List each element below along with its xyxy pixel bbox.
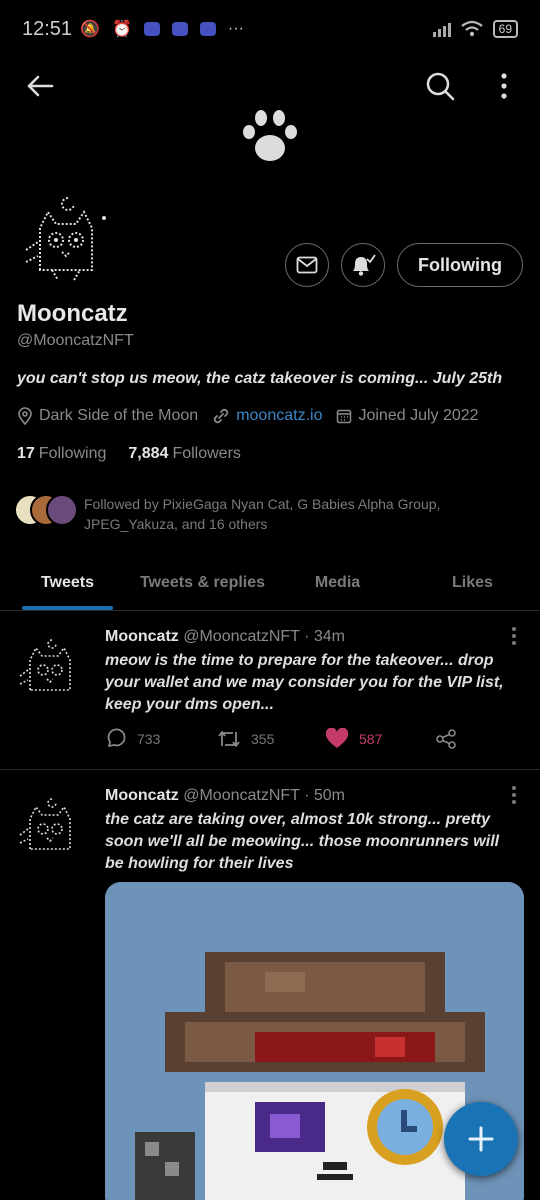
tab-tweets-replies[interactable]: Tweets & replies — [135, 555, 270, 610]
reply-count: 733 — [137, 731, 161, 747]
mute-icon: 🔕 — [80, 21, 100, 38]
joined-date: Joined July 2022 — [336, 407, 479, 425]
back-arrow-icon — [27, 75, 54, 97]
status-time: 12:51 — [22, 17, 73, 40]
tweet-avatar[interactable] — [16, 634, 82, 700]
compose-tweet-button[interactable] — [444, 1102, 518, 1176]
followed-by-avatars — [14, 494, 78, 528]
top-bar — [0, 60, 540, 110]
profile-avatar[interactable] — [18, 190, 114, 286]
heart-icon — [325, 728, 349, 748]
back-button[interactable] — [22, 68, 58, 104]
discord-icon — [171, 22, 188, 36]
followed-by[interactable]: Followed by PixieGaga Nyan Cat, G Babies… — [14, 494, 484, 534]
battery-indicator: 69 — [492, 20, 518, 38]
profile-name: Mooncatz — [17, 300, 128, 327]
search-button[interactable] — [422, 68, 458, 104]
tweet-time: · 34m — [304, 628, 346, 645]
tab-media[interactable]: Media — [270, 555, 405, 610]
retweet-button[interactable]: 355 — [217, 728, 325, 750]
tweet-header: Mooncatz @MooncatzNFT · 34m — [105, 628, 345, 646]
like-count: 587 — [359, 731, 383, 747]
link-icon — [214, 408, 229, 424]
tweet-handle: @MooncatzNFT — [183, 628, 300, 645]
message-button[interactable] — [285, 243, 330, 287]
following-label: Following — [38, 445, 107, 462]
followers-count-link[interactable]: 7,884 Followers — [128, 445, 241, 463]
mail-icon — [296, 256, 318, 274]
share-icon — [436, 729, 456, 749]
tweet[interactable]: Mooncatz @MooncatzNFT · 34m meow is the … — [0, 612, 540, 770]
joined-text: Joined July 2022 — [358, 407, 479, 424]
tweet-time: · 50m — [304, 787, 346, 804]
profile-meta: Dark Side of the Moon mooncatz.io Joined… — [17, 407, 479, 425]
tab-tweets[interactable]: Tweets — [0, 555, 135, 610]
tweet-more-button[interactable] — [512, 624, 518, 648]
profile-handle: @MooncatzNFT — [17, 332, 134, 349]
follow-counts: 17 Following 7,884 Followers — [17, 445, 241, 463]
bell-icon — [353, 254, 376, 276]
search-icon — [426, 72, 455, 101]
wifi-icon — [460, 20, 483, 37]
followers-count: 7,884 — [128, 445, 169, 462]
notifications-button[interactable] — [341, 243, 386, 287]
alarm-icon: ⏰ — [111, 21, 132, 38]
tweet-actions: 733 355 587 — [105, 728, 465, 750]
more-vert-icon — [501, 73, 507, 99]
paw-icon — [243, 110, 297, 161]
tweet-author[interactable]: Mooncatz — [105, 787, 179, 804]
tweet-text: the catz are taking over, almost 10k str… — [105, 811, 500, 872]
following-count-link[interactable]: 17 Following — [17, 445, 106, 463]
like-button[interactable]: 587 — [325, 728, 435, 750]
reply-icon — [107, 728, 126, 747]
profile-actions: Following — [285, 243, 523, 287]
more-notifications-icon: ··· — [227, 20, 244, 37]
discord-icon — [199, 22, 216, 36]
notification-icons: 🔕 ⏰ ··· — [80, 19, 244, 39]
following-count: 17 — [17, 445, 35, 462]
avatar — [46, 494, 78, 526]
profile-tabs: Tweets Tweets & replies Media Likes — [0, 555, 540, 611]
share-button[interactable] — [435, 728, 457, 750]
followers-label: Followers — [172, 445, 241, 462]
calendar-icon — [337, 409, 352, 424]
location: Dark Side of the Moon — [17, 407, 198, 425]
signal-icon — [432, 21, 451, 37]
reply-button[interactable]: 733 — [105, 728, 217, 750]
status-bar: 12:51 🔕 ⏰ ··· 69 — [0, 0, 540, 58]
location-text: Dark Side of the Moon — [39, 407, 199, 424]
more-options-button[interactable] — [494, 68, 514, 104]
tweet-avatar[interactable] — [16, 793, 82, 859]
profile-bio: you can't stop us meow, the catz takeove… — [17, 370, 503, 387]
tweet-handle: @MooncatzNFT — [183, 787, 300, 804]
website[interactable]: mooncatz.io — [212, 407, 322, 425]
tab-likes[interactable]: Likes — [405, 555, 540, 610]
plus-icon — [468, 1126, 494, 1152]
tweet-text: meow is the time to prepare for the take… — [105, 652, 504, 713]
retweet-icon — [218, 731, 240, 747]
followed-by-text: Followed by PixieGaga Nyan Cat, G Babies… — [84, 496, 441, 532]
tweet-header: Mooncatz @MooncatzNFT · 50m — [105, 787, 345, 805]
retweet-count: 355 — [251, 731, 275, 747]
location-icon — [18, 407, 32, 425]
website-link[interactable]: mooncatz.io — [236, 407, 322, 425]
following-button[interactable]: Following — [397, 243, 523, 287]
discord-icon — [143, 22, 160, 36]
tweet-author[interactable]: Mooncatz — [105, 628, 179, 645]
tweet-more-button[interactable] — [512, 783, 518, 807]
